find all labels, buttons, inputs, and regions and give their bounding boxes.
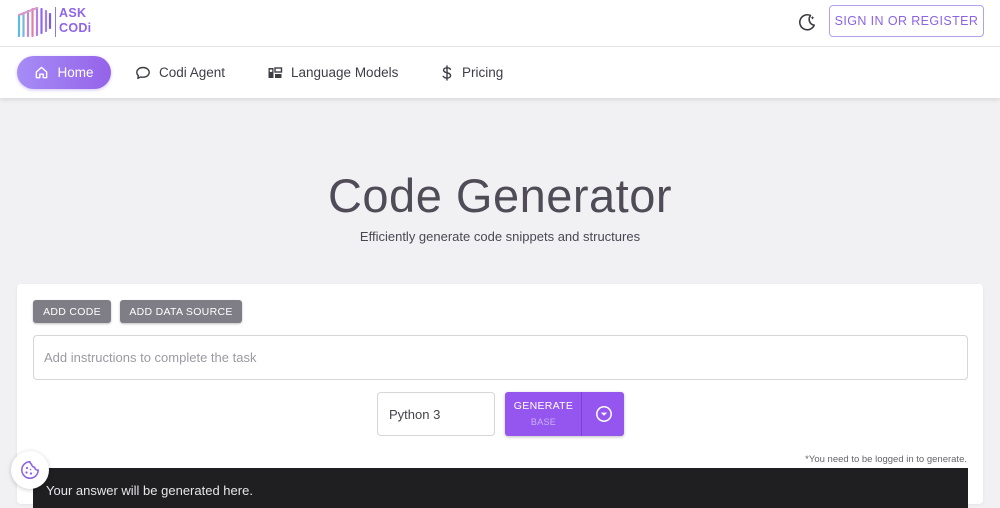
nav-item-pricing[interactable]: Pricing (440, 56, 503, 89)
add-code-button[interactable]: ADD CODE (33, 300, 111, 323)
generate-label: GENERATE (513, 400, 574, 412)
generator-card: ADD CODE ADD DATA SOURCE Python 3 GENERA… (17, 284, 983, 508)
generate-button-group: GENERATE BASE (505, 392, 624, 436)
instructions-input[interactable] (33, 335, 968, 380)
nav-item-codi-agent[interactable]: Codi Agent (135, 56, 225, 89)
logo-bars-icon (17, 6, 52, 37)
nav-item-language-models[interactable]: Language Models (267, 56, 398, 89)
home-icon (36, 66, 48, 79)
main-nav: Home Codi Agent Language Models Pricing (0, 47, 1000, 98)
dollar-icon (442, 64, 452, 81)
logo-line-1: ASK (59, 6, 87, 20)
models-icon (268, 66, 283, 78)
askcodi-logo[interactable]: ASK CODi (16, 5, 98, 39)
logo-text: ASK CODi (59, 6, 91, 36)
nav-item-home[interactable]: Home (17, 56, 111, 89)
logo-line-2: CODi (59, 21, 92, 35)
nav-item-label: Pricing (462, 65, 504, 80)
moon-icon[interactable] (796, 11, 818, 33)
answer-output: Your answer will be generated here. (33, 468, 968, 508)
top-bar: ASK CODi SIGN IN OR REGISTER (0, 0, 1000, 47)
cookie-icon (21, 461, 39, 479)
cookie-settings-button[interactable] (11, 451, 49, 489)
sign-in-register-button[interactable]: SIGN IN OR REGISTER (829, 5, 984, 37)
generate-button[interactable]: GENERATE BASE (505, 392, 582, 436)
logo-divider (55, 7, 56, 37)
chat-bubble-icon (136, 66, 150, 79)
chevron-down-circle-icon (595, 406, 612, 422)
language-select[interactable]: Python 3 (377, 392, 495, 436)
generate-options-button[interactable] (583, 392, 624, 436)
nav-item-label: Home (57, 65, 94, 80)
generate-mode-label: BASE (530, 417, 557, 427)
login-required-note: *You need to be logged in to generate. (805, 454, 967, 465)
nav-item-label: Language Models (291, 65, 399, 80)
add-data-source-button[interactable]: ADD DATA SOURCE (120, 300, 242, 323)
page-title: Code Generator (327, 169, 673, 222)
page-subtitle: Efficiently generate code snippets and s… (359, 229, 641, 244)
nav-item-label: Codi Agent (159, 65, 226, 80)
